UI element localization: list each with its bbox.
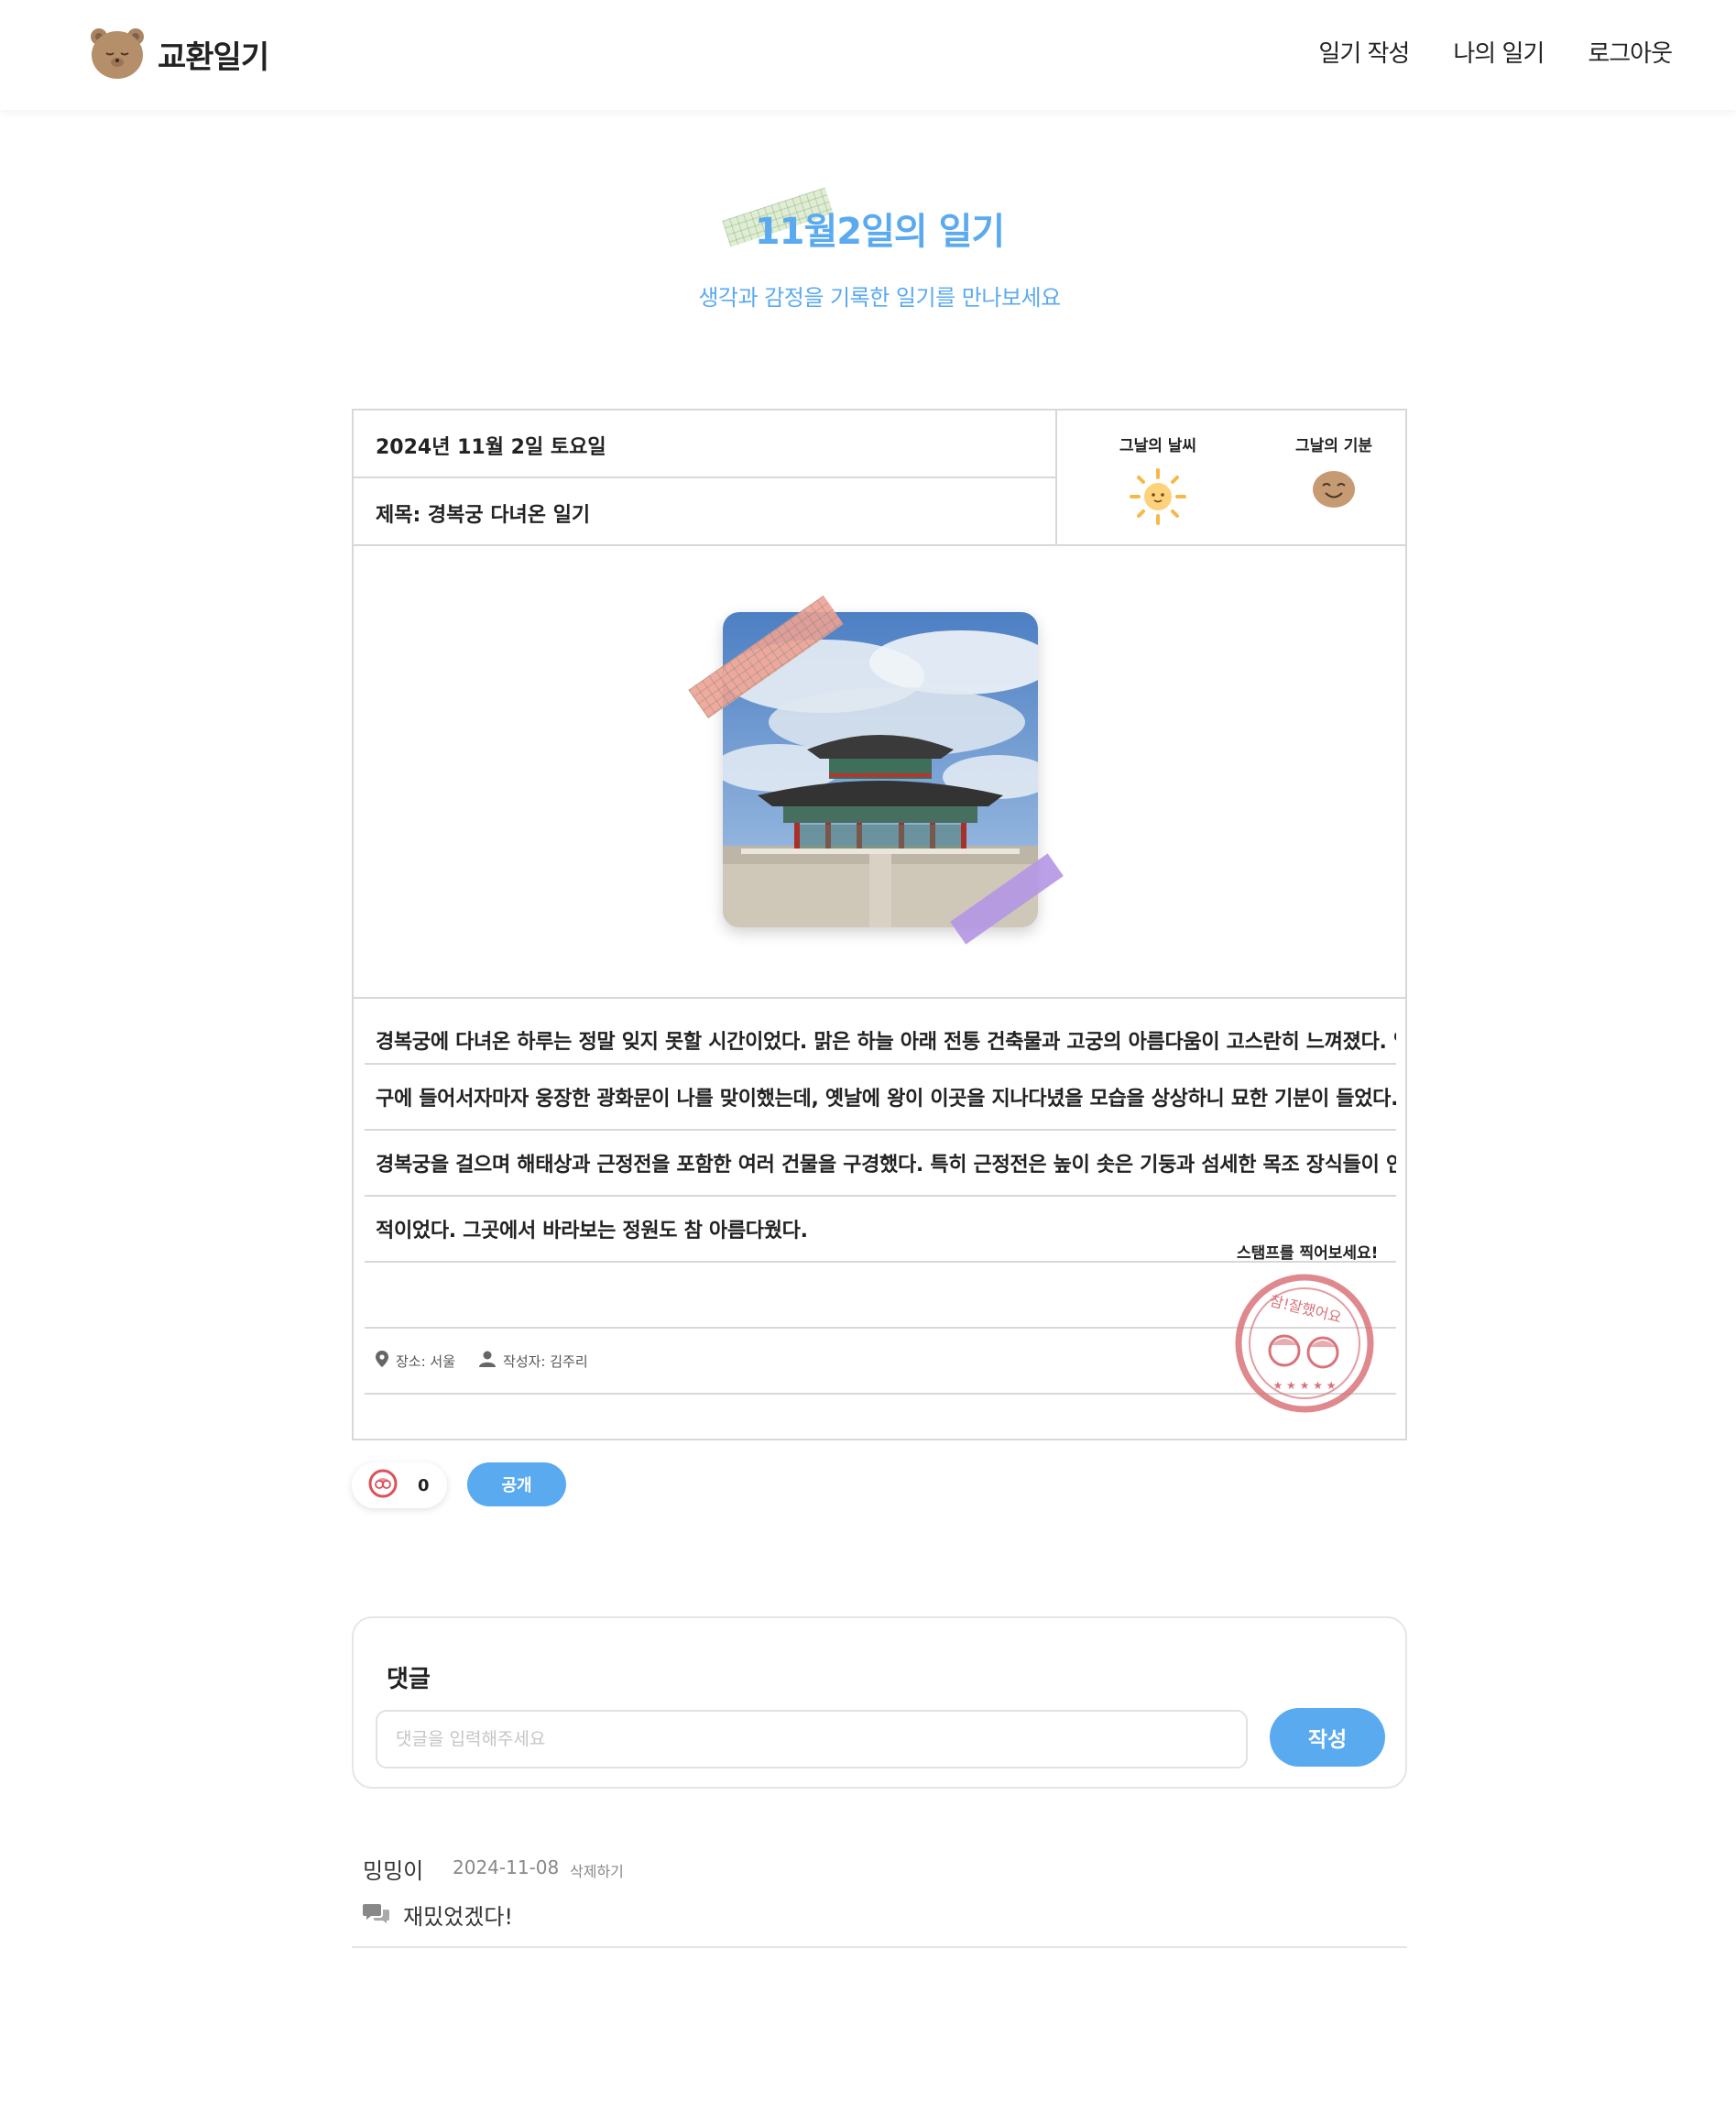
stamp-prompt: 스탬프를 찍어보세요! xyxy=(1237,1244,1379,1263)
page-subtitle: 생각과 감정을 기록한 일기를 만나보세요 xyxy=(698,285,1061,311)
stamp-count-button[interactable]: 0 xyxy=(352,1462,447,1508)
comment-text: 재밌었겠다! xyxy=(403,1904,514,1930)
top-navigation-bar: 교환일기 일기 작성 나의 일기 로그아웃 xyxy=(0,0,1736,110)
weather-label: 그날의 날씨 xyxy=(1119,437,1197,455)
svg-text:참!잘했어요: 참!잘했어요 xyxy=(1268,1292,1343,1327)
main-nav: 일기 작성 나의 일기 로그아웃 xyxy=(1318,35,1673,69)
location-text: 장소: 서울 xyxy=(396,1352,456,1370)
diary-line: 구에 들어서자마자 웅장한 광화문이 나를 맞이했는데, 옛날에 왕이 이곳을 … xyxy=(365,1065,1396,1131)
comments-icon xyxy=(363,1902,390,1928)
comment-item: 밍밍이 2024-11-08 삭제하기 재밌었겠다! xyxy=(352,1847,1407,1948)
mood-column: 그날의 기분 xyxy=(1261,432,1407,515)
weather-column: 그날의 날씨 xyxy=(1085,432,1231,530)
stamp-badge-icon xyxy=(368,1469,398,1502)
comment-input[interactable] xyxy=(376,1710,1248,1768)
comment-submit-button[interactable]: 작성 xyxy=(1270,1708,1385,1767)
comment-date: 2024-11-08 xyxy=(453,1856,560,1878)
diary-line: 경복궁에 다녀온 하루는 정말 잊지 못할 시간이었다. 맑은 하늘 아래 전통… xyxy=(365,999,1396,1065)
bear-face-icon xyxy=(88,24,147,84)
stamp-count: 0 xyxy=(418,1475,430,1495)
comment-delete-button[interactable]: 삭제하기 xyxy=(570,1859,624,1881)
nav-write-diary[interactable]: 일기 작성 xyxy=(1318,35,1410,69)
diary-card: 2024년 11월 2일 토요일 제목: 경복궁 다녀온 일기 그날의 날씨 그… xyxy=(352,409,1407,1440)
brand-logo[interactable]: 교환일기 xyxy=(88,24,269,84)
diary-date: 2024년 11월 2일 토요일 xyxy=(354,411,1057,478)
page-title: 11월2일의 일기 xyxy=(754,211,1005,253)
nav-my-diary[interactable]: 나의 일기 xyxy=(1453,35,1545,69)
comment-author: 밍밍이 xyxy=(363,1858,424,1884)
comment-heading: 댓글 xyxy=(387,1666,431,1693)
brand-name: 교환일기 xyxy=(158,38,269,76)
comment-form: 댓글 작성 xyxy=(352,1616,1407,1789)
good-job-stamp[interactable]: 참!잘했어요 ★ ★ ★ ★ ★ xyxy=(1233,1272,1376,1415)
photo-section xyxy=(354,546,1407,999)
sun-icon xyxy=(1085,468,1231,530)
author-text: 작성자: 김주리 xyxy=(503,1352,588,1370)
map-pin-icon xyxy=(376,1351,388,1371)
happy-face-icon xyxy=(1261,468,1407,515)
diary-line: 경복궁을 걸으며 해태상과 근정전을 포함한 여러 건물을 구경했다. 특히 근… xyxy=(365,1131,1396,1197)
diary-title: 제목: 경복궁 다녀온 일기 xyxy=(354,478,1057,546)
nav-logout[interactable]: 로그아웃 xyxy=(1588,35,1673,69)
user-icon xyxy=(479,1351,497,1371)
location-info: 장소: 서울 xyxy=(376,1351,455,1371)
mood-label: 그날의 기분 xyxy=(1294,437,1373,455)
visibility-toggle-button[interactable]: 공개 xyxy=(467,1462,566,1506)
author-info: 작성자: 김주리 xyxy=(479,1351,588,1371)
weather-mood-panel: 그날의 날씨 그날의 기분 xyxy=(1057,411,1407,546)
svg-text:★ ★ ★ ★ ★: ★ ★ ★ ★ ★ xyxy=(1272,1379,1336,1392)
